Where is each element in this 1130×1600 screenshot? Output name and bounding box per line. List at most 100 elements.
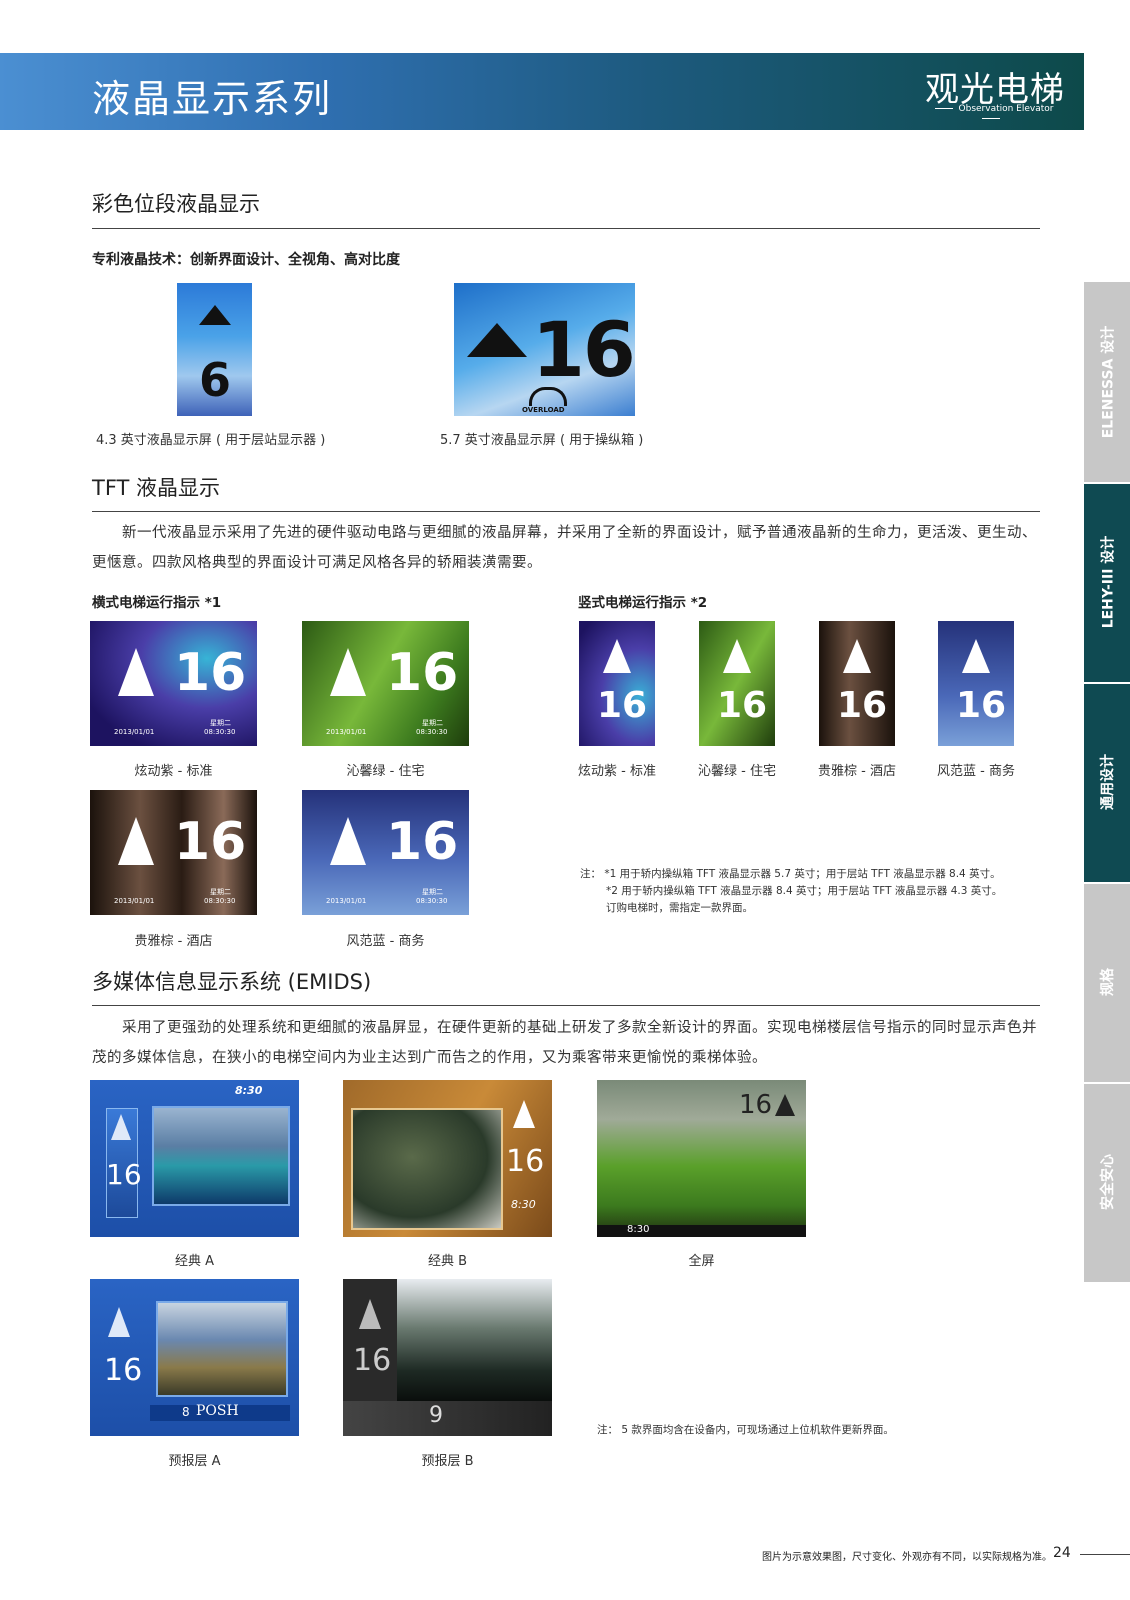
caption-forecast-a: 预报层 A	[168, 1454, 221, 1469]
emids-fullscreen: 16 8:30	[597, 1080, 806, 1237]
title-main: 液晶显示	[129, 476, 221, 500]
tab-label: 安全安心	[1100, 1154, 1116, 1210]
media-photo	[397, 1279, 552, 1401]
tab-divider	[1084, 682, 1130, 684]
up-arrow-icon	[775, 1094, 795, 1116]
tab-safety[interactable]: 安全安心	[1084, 1082, 1130, 1282]
tft-description: 新一代液晶显示采用了先进的硬件驱动电路与更细腻的液晶屏幕，并采用了全新的界面设计…	[92, 525, 1037, 571]
tft-notes: 注： *1 用于轿内操纵箱 TFT 液晶显示器 5.7 英寸；用于层站 TFT …	[580, 866, 1030, 917]
tft-v-blue: 16	[938, 621, 1014, 746]
overload-badge: OVERLOAD	[522, 406, 565, 414]
note-line: 订购电梯时，需指定一款界面。	[606, 902, 753, 914]
forecast-floor-number: 9	[429, 1403, 443, 1428]
tft-v-brown: 16	[819, 621, 895, 746]
floor-number: 16	[837, 685, 888, 726]
tab-lehy-iii[interactable]: LEHY-III 设计	[1084, 482, 1130, 682]
tft-v-purple: 16	[579, 621, 655, 746]
clock-text: 8:30	[627, 1224, 650, 1235]
caption-classic-b: 经典 B	[427, 1254, 468, 1269]
section-rule	[92, 511, 1040, 512]
tft-v-green: 16	[699, 621, 775, 746]
posh-logo: POSH	[196, 1403, 239, 1419]
weekday-text: 星期二	[422, 719, 443, 727]
horizontal-label: 横式电梯运行指示 *1	[92, 595, 222, 611]
weekday-text: 星期二	[422, 888, 443, 896]
lcd-43-image: 6	[177, 283, 252, 416]
tab-label: LEHY-III 设计	[1100, 535, 1116, 629]
date-text: 2013/01/01	[114, 728, 155, 736]
weekday-text: 星期二	[210, 719, 231, 727]
next-floor-number: 8	[182, 1405, 190, 1419]
emids-description: 采用了更强劲的处理系统和更细腻的液晶屏显，在硬件更新的基础上研发了多款全新设计的…	[92, 1020, 1037, 1066]
caption-h-brown: 贵雅棕 - 酒店	[134, 934, 213, 949]
tab-elenessa[interactable]: ELENESSA 设计	[1084, 282, 1130, 482]
floor-number: 16	[506, 1144, 545, 1179]
caption-classic-a: 经典 A	[174, 1254, 215, 1269]
media-photo	[152, 1106, 290, 1206]
floor-number: 16	[956, 685, 1007, 726]
tab-label: ELENESSA 设计	[1100, 325, 1117, 439]
tab-universal[interactable]: 通用设计	[1084, 682, 1130, 882]
title-prefix: TFT	[92, 476, 130, 500]
section-rule	[92, 1005, 1040, 1006]
page-title: 液晶显示系列	[92, 77, 333, 121]
floor-number: 16	[386, 812, 459, 872]
footer-rule	[1080, 1554, 1130, 1555]
caption-v-blue: 风范蓝 - 商务	[937, 764, 1015, 779]
tft-h-brown: 16 2013/01/01 星期二 08:30:30	[90, 790, 257, 915]
up-arrow-icon	[118, 817, 154, 865]
floor-number: 16	[386, 643, 459, 703]
up-arrow-icon	[843, 639, 871, 673]
section-title-emids: 多媒体信息显示系统 (EMIDS)	[92, 966, 371, 996]
up-arrow-icon	[359, 1299, 381, 1329]
floor-number: 16	[532, 305, 635, 394]
emids-forecast-a: 16 8 POSH	[90, 1279, 299, 1436]
caption-v-green: 沁馨绿 - 住宅	[698, 764, 776, 779]
vertical-label: 竖式电梯运行指示 *2	[578, 595, 708, 611]
up-arrow-icon	[513, 1100, 535, 1128]
emids-forecast-b: 16 9	[343, 1279, 552, 1436]
tab-label: 规格	[1100, 968, 1116, 996]
page-number: 24	[1053, 1545, 1071, 1561]
clock-text: 8:30	[235, 1084, 263, 1097]
up-arrow-icon	[108, 1307, 130, 1337]
emids-classic-b: 16 8:30	[343, 1080, 552, 1237]
up-arrow-icon	[723, 639, 751, 673]
floor-number: 16	[106, 1158, 142, 1191]
media-photo	[351, 1108, 503, 1230]
date-text: 2013/01/01	[326, 728, 367, 736]
note-line: 注： *1 用于轿内操纵箱 TFT 液晶显示器 5.7 英寸；用于层站 TFT …	[580, 868, 1001, 880]
footer-disclaimer: 图片为示意效果图，尺寸变化、外观亦有不同，以实际规格为准。	[762, 1552, 1052, 1563]
tab-specs[interactable]: 规格	[1084, 882, 1130, 1082]
tab-divider	[1084, 882, 1130, 884]
up-arrow-icon	[962, 639, 990, 673]
title-main: 多媒体信息显示系统	[92, 970, 281, 994]
thumbnail-strip	[343, 1401, 552, 1436]
weekday-text: 星期二	[210, 888, 231, 896]
caption-h-blue: 风范蓝 - 商务	[346, 934, 425, 949]
time-text: 08:30:30	[416, 897, 448, 905]
date-text: 2013/01/01	[326, 897, 367, 905]
floor-number: 6	[199, 353, 232, 407]
floor-number: 16	[717, 685, 768, 726]
date-text: 2013/01/01	[114, 897, 155, 905]
floor-number: 16	[104, 1353, 143, 1388]
caption-h-green: 沁馨绿 - 住宅	[346, 764, 425, 779]
tab-divider	[1084, 482, 1130, 484]
section-title-tft: TFT 液晶显示	[92, 472, 220, 502]
caption-fullscreen: 全屏	[688, 1254, 715, 1269]
tft-h-blue: 16 2013/01/01 星期二 08:30:30	[302, 790, 469, 915]
floor-number: 16	[739, 1090, 773, 1120]
caption-v-brown: 贵雅棕 - 酒店	[818, 764, 896, 779]
floor-number: 16	[174, 812, 247, 872]
tab-divider	[1084, 1082, 1130, 1084]
lcd-57-image: 16 OVERLOAD	[454, 283, 635, 416]
time-text: 08:30:30	[416, 728, 448, 736]
up-arrow-icon	[603, 639, 631, 673]
emids-classic-a: 16 8:30	[90, 1080, 299, 1237]
caption-forecast-b: 预报层 B	[421, 1454, 474, 1469]
time-text: 08:30:30	[204, 897, 236, 905]
floor-number: 16	[353, 1343, 392, 1378]
emids-note: 注： 5 款界面均含在设备内，可现场通过上位机软件更新界面。	[597, 1424, 894, 1436]
section-title-color-lcd: 彩色位段液晶显示	[92, 192, 260, 216]
